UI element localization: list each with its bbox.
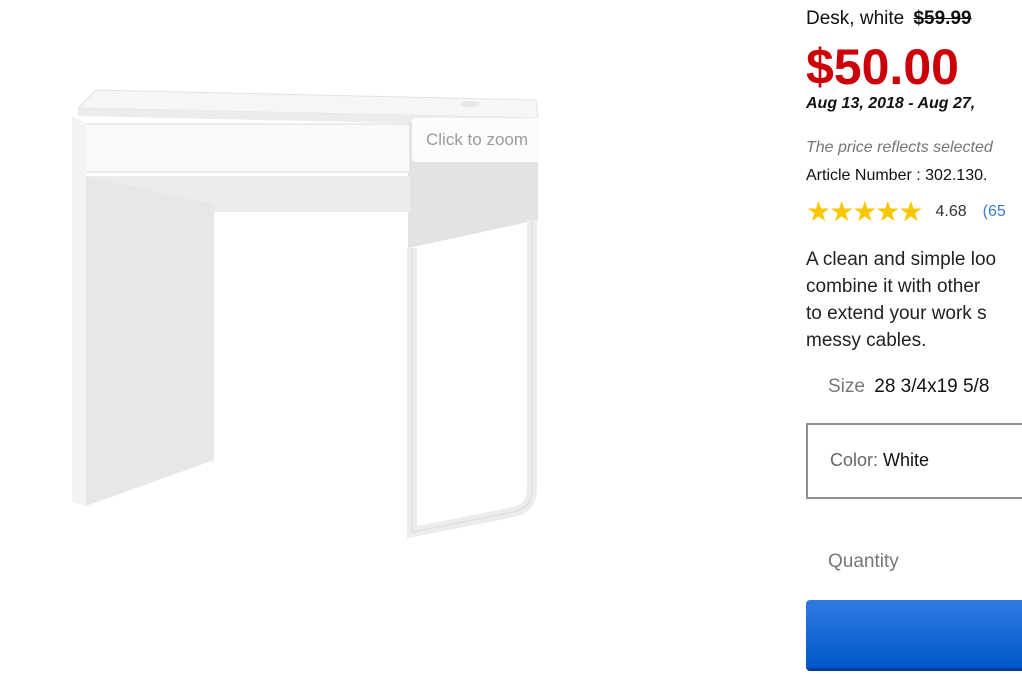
color-select[interactable]: Color: White (806, 423, 1022, 499)
product-gallery: Click to zoom (0, 0, 780, 674)
zoom-hint[interactable]: Click to zoom (412, 118, 552, 162)
current-price: $50.00 (806, 39, 959, 95)
star-icon: ★★★★★ (806, 196, 924, 227)
old-price: $59.99 (913, 8, 972, 29)
add-to-cart-button[interactable] (806, 600, 1022, 671)
product-details: Desk, white $59.99 $50.00 Aug 13, 2018 -… (806, 0, 1022, 674)
color-label: Color: (830, 450, 879, 470)
size-value: 28 3/4x19 5/8 (874, 376, 990, 397)
article-label: Article Number : (806, 167, 921, 184)
product-name: Desk, white (806, 8, 905, 29)
description-line: combine it with other (806, 276, 981, 297)
article-number: Article Number : 302.130. (806, 167, 987, 185)
rating-value: 4.68 (935, 203, 967, 220)
product-title: Desk, white $59.99 (806, 8, 972, 30)
product-rating: ★★★★★ 4.68 (65 (806, 198, 1006, 226)
description-line: messy cables. (806, 330, 927, 351)
article-value: 302.130. (925, 167, 988, 184)
description-line: to extend your work s (806, 303, 987, 324)
price-date-range: Aug 13, 2018 - Aug 27, (806, 95, 976, 112)
description-line: A clean and simple loo (806, 249, 997, 270)
size-selector: Size 28 3/4x19 5/8 (828, 376, 989, 398)
color-value: White (883, 450, 930, 470)
product-description: A clean and simple loo combine it with o… (806, 246, 1022, 354)
quantity-label: Quantity (828, 551, 899, 572)
size-label: Size (828, 376, 865, 397)
review-count-link[interactable]: (65 (983, 203, 1006, 221)
price-note: The price reflects selected (806, 139, 993, 156)
